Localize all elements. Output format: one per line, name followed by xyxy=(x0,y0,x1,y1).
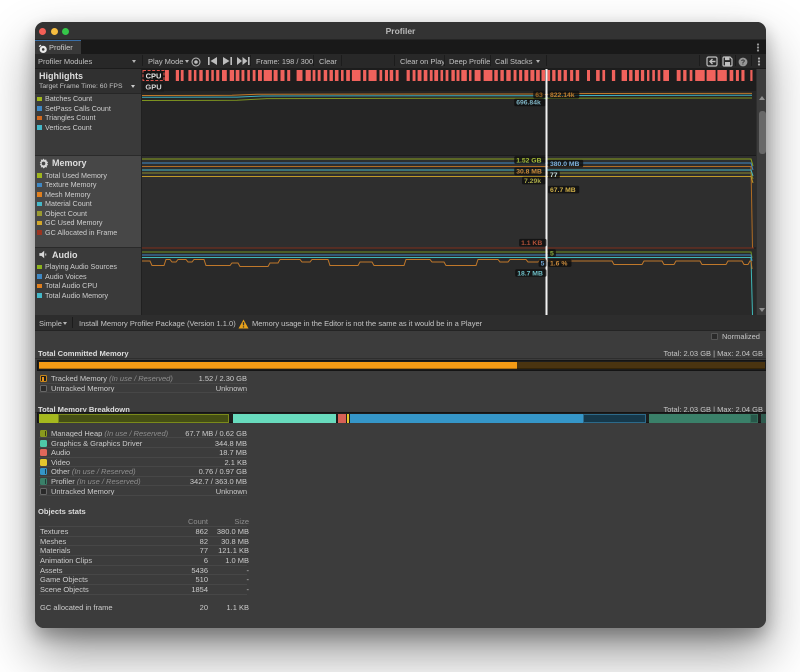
svg-text:63: 63 xyxy=(535,92,543,99)
svg-text:30.8 MB: 30.8 MB xyxy=(516,169,542,176)
svg-text:822.14k: 822.14k xyxy=(550,92,575,99)
svg-text:1.6 %: 1.6 % xyxy=(550,260,567,267)
svg-text:7.29k: 7.29k xyxy=(524,178,541,185)
svg-text:CPU: CPU xyxy=(146,71,162,80)
svg-text:18.7 MB: 18.7 MB xyxy=(517,270,543,277)
svg-text:5: 5 xyxy=(541,260,545,267)
svg-text:1.52 GB: 1.52 GB xyxy=(516,157,541,164)
svg-text:1.1 KB: 1.1 KB xyxy=(521,240,542,247)
svg-text:380.0 MB: 380.0 MB xyxy=(550,161,580,168)
svg-text:77: 77 xyxy=(550,172,558,179)
svg-text:GPU: GPU xyxy=(145,82,161,91)
svg-text:696.84k: 696.84k xyxy=(516,100,541,107)
svg-text:?: ? xyxy=(741,59,745,66)
svg-text:5: 5 xyxy=(550,250,554,257)
svg-text:67.7 MB: 67.7 MB xyxy=(550,187,576,194)
